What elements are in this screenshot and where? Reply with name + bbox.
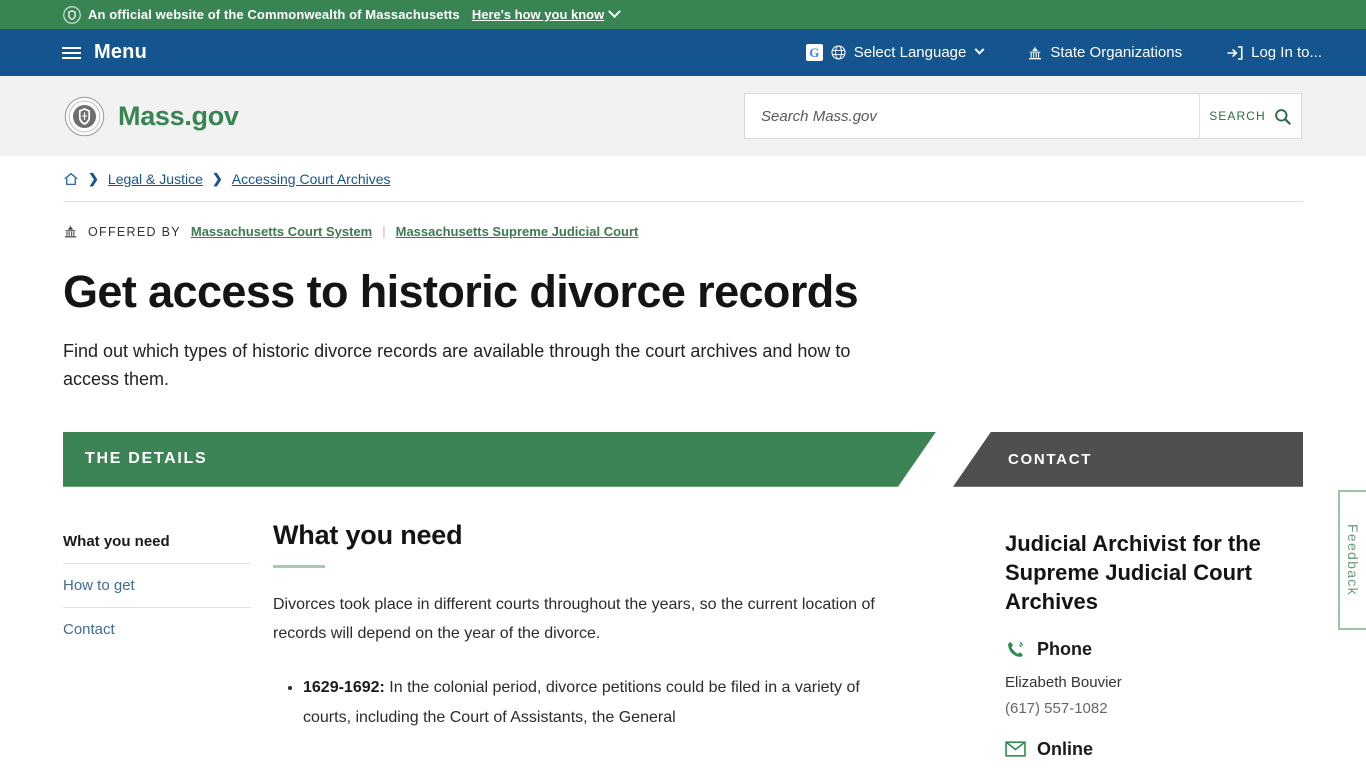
breadcrumb-item-accessing-court-archives[interactable]: Accessing Court Archives: [232, 171, 391, 187]
capitol-icon: [64, 225, 77, 238]
search-input[interactable]: [745, 94, 1199, 138]
offered-by-row: OFFERED BY Massachusetts Court System | …: [63, 224, 1303, 239]
the-details-label: THE DETAILS: [85, 450, 208, 468]
list-item-term: 1629-1692:: [303, 678, 385, 696]
sidenav-item-how-to-get[interactable]: How to get: [63, 564, 251, 608]
envelope-icon: [1005, 741, 1026, 757]
page-title: Get access to historic divorce records: [63, 266, 859, 317]
hamburger-icon: [62, 46, 81, 59]
log-in-label: Log In to...: [1251, 44, 1322, 61]
content-columns: What you need How to get Contact What yo…: [63, 520, 1303, 760]
search-button-label: SEARCH: [1209, 109, 1266, 123]
chevron-down-icon: [974, 44, 985, 55]
contact-banner-label: CONTACT: [1008, 450, 1093, 468]
home-icon[interactable]: [63, 171, 79, 187]
magnifier-icon: [1274, 108, 1291, 125]
offered-by-org-supreme-judicial-court[interactable]: Massachusetts Supreme Judicial Court: [396, 224, 639, 239]
section-sidenav: What you need How to get Contact: [63, 520, 251, 760]
contact-phone-label: Phone: [1037, 638, 1093, 659]
brand-logo-link[interactable]: Mass.gov: [64, 96, 239, 137]
contact-name: Judicial Archivist for the Supreme Judic…: [1005, 530, 1261, 615]
offered-by-separator: |: [382, 224, 386, 239]
state-organizations-label: State Organizations: [1050, 44, 1183, 61]
section-paragraph: Divorces took place in different courts …: [273, 595, 875, 643]
section-heading: What you need: [273, 519, 463, 550]
select-language-label: Select Language: [853, 44, 967, 61]
official-website-banner: An official website of the Commonwealth …: [0, 0, 1366, 29]
contact-phone-number[interactable]: (617) 557-1082: [1005, 700, 1303, 717]
feedback-label: Feedback: [1345, 524, 1361, 596]
the-details-banner: THE DETAILS: [63, 432, 936, 487]
offered-by-org-court-system[interactable]: Massachusetts Court System: [191, 224, 372, 239]
main-navigation-bar: Menu G Select Language State Organizatio…: [0, 29, 1366, 76]
heres-how-you-know-label: Here's how you know: [471, 7, 605, 22]
official-banner-text: An official website of the Commonwealth …: [88, 7, 460, 22]
breadcrumb-separator: ❯: [211, 170, 223, 186]
main-column: What you need Divorces took place in dif…: [251, 520, 953, 760]
breadcrumb: ❯ Legal & Justice ❯ Accessing Court Arch…: [63, 156, 1303, 202]
nav-right-group: G Select Language State Organizations Lo…: [805, 44, 1322, 62]
search-band: Mass.gov SEARCH: [0, 76, 1366, 156]
globe-icon: [831, 45, 846, 60]
menu-button-label: Menu: [94, 41, 148, 63]
page-subtitle: Find out which types of historic divorce…: [63, 341, 851, 389]
list-item: 1629-1692: In the colonial period, divor…: [303, 673, 893, 734]
search-button[interactable]: SEARCH: [1199, 94, 1301, 138]
contact-banner: CONTACT: [953, 431, 1303, 487]
capitol-icon: [1029, 45, 1042, 59]
contact-phone-method: Phone: [1005, 639, 1303, 660]
search-bar: SEARCH: [744, 93, 1302, 139]
state-organizations-button[interactable]: State Organizations: [1027, 44, 1182, 61]
page-content: ❯ Legal & Justice ❯ Accessing Court Arch…: [0, 156, 1366, 760]
section-banners: THE DETAILS CONTACT: [63, 431, 1303, 487]
feedback-tab[interactable]: Feedback: [1338, 490, 1366, 630]
contact-person-name: Elizabeth Bouvier: [1005, 673, 1122, 691]
heres-how-you-know-toggle[interactable]: Here's how you know: [471, 5, 622, 22]
breadcrumb-separator: ❯: [88, 170, 99, 186]
brand-name: Mass.gov: [118, 100, 239, 131]
massachusetts-seal-icon: [64, 96, 105, 136]
log-in-button[interactable]: Log In to...: [1226, 44, 1322, 62]
heading-underline: [273, 564, 325, 568]
chevron-down-icon: [608, 5, 622, 19]
offered-by-label: OFFERED BY: [88, 224, 181, 239]
google-logo-icon: G: [805, 44, 823, 61]
select-language-button[interactable]: G Select Language: [805, 44, 985, 61]
phone-icon: [1008, 641, 1023, 657]
contact-online-method: Online: [1005, 739, 1303, 760]
list-item-text: In the colonial period, divorce petition…: [303, 678, 860, 727]
contact-online-label: Online: [1037, 738, 1094, 759]
menu-button[interactable]: Menu: [62, 41, 147, 64]
sidenav-item-contact[interactable]: Contact: [63, 608, 251, 651]
sidenav-item-what-you-need[interactable]: What you need: [63, 533, 251, 564]
login-icon: [1227, 45, 1243, 60]
breadcrumb-item-legal-justice[interactable]: Legal & Justice: [108, 171, 203, 187]
shield-icon: [63, 5, 81, 24]
contact-column: Judicial Archivist for the Supreme Judic…: [953, 520, 1303, 760]
requirements-list: 1629-1692: In the colonial period, divor…: [273, 673, 893, 734]
